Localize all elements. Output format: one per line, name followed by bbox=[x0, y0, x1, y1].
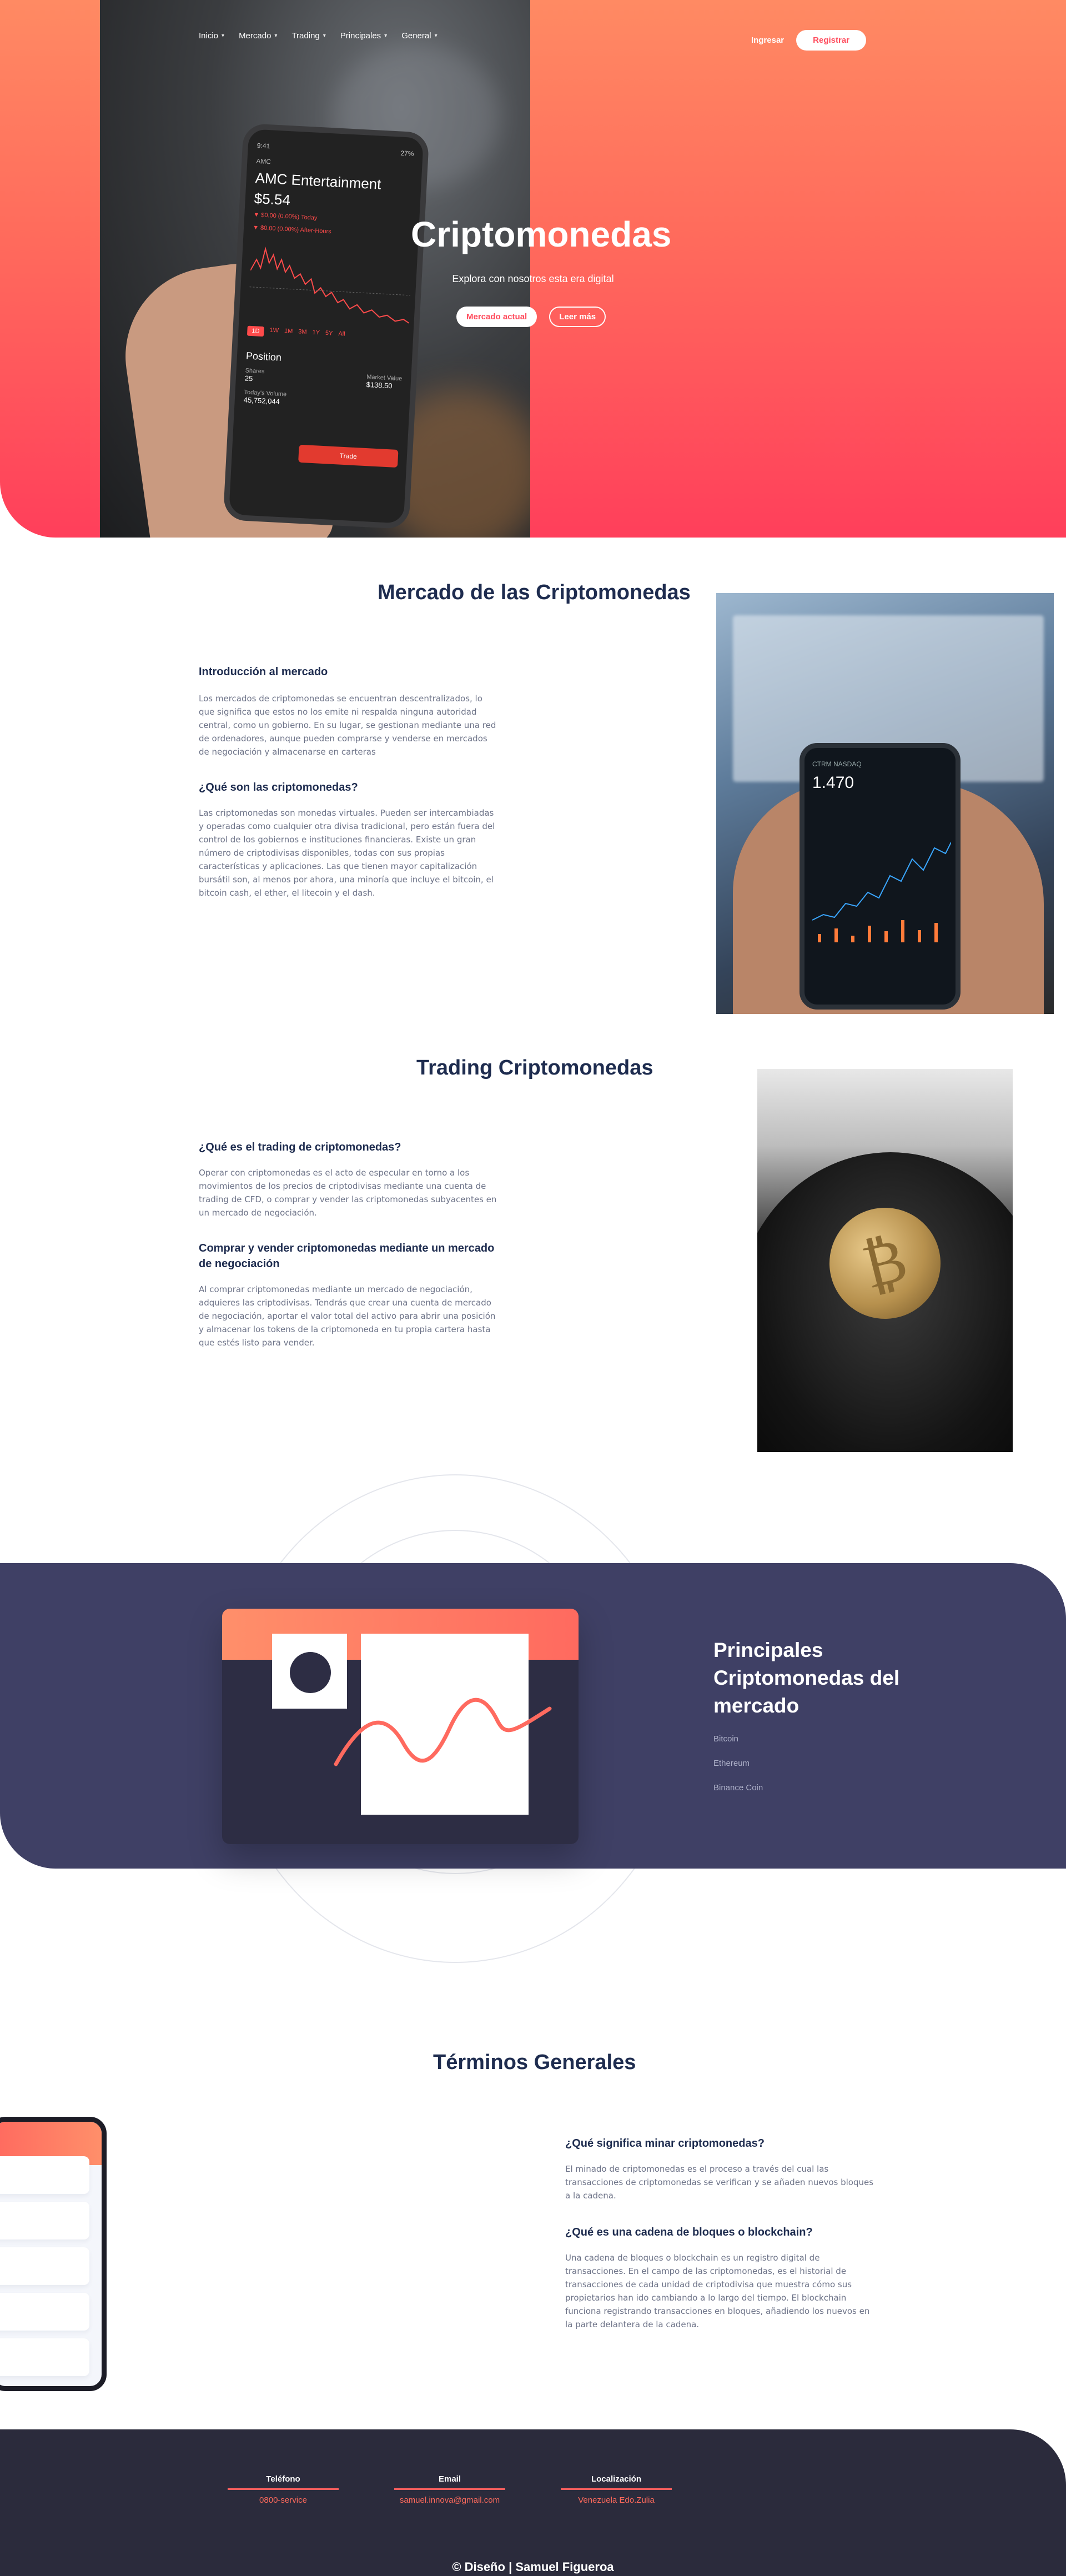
footer-location-label: Localización bbox=[561, 2474, 672, 2490]
phone-range-tab: All bbox=[338, 330, 345, 338]
trading-q2-heading: Comprar y vender criptomonedas mediante … bbox=[199, 1242, 495, 1270]
nav-item-inicio[interactable]: Inicio ▾ bbox=[199, 31, 224, 41]
copyright: © Diseño | Samuel Figueroa bbox=[452, 2560, 614, 2574]
phone-range-tabs: 1D 1W 1M 3M 1Y 5Y All bbox=[247, 325, 405, 344]
hero-photo: 9:41 27% AMC AMC Entertainment $5.54 ▼ $… bbox=[100, 0, 530, 538]
hero-phone-mockup: 9:41 27% AMC AMC Entertainment $5.54 ▼ $… bbox=[223, 123, 430, 530]
phone-chart bbox=[812, 842, 952, 942]
terminos-q2-heading: ¿Qué es una cadena de bloques o blockcha… bbox=[565, 2226, 813, 2238]
phone-time: 9:41 bbox=[257, 142, 270, 150]
footer-location-value: Venezuela Edo.Zulia bbox=[578, 2495, 655, 2505]
hero-subtitle: Explora con nosotros esta era digital bbox=[452, 273, 614, 284]
nav-item-principales[interactable]: Principales ▾ bbox=[340, 31, 387, 41]
nav-item-mercado[interactable]: Mercado ▾ bbox=[239, 31, 277, 41]
phone-status-bar: 9:41 27% bbox=[257, 142, 414, 158]
nav-item-label: General bbox=[401, 31, 431, 41]
footer-phone-label: Teléfono bbox=[228, 2474, 339, 2490]
chevron-down-icon: ▾ bbox=[222, 33, 225, 39]
section-title-mercado: Mercado de las Criptomonedas bbox=[378, 581, 691, 604]
login-link[interactable]: Ingresar bbox=[751, 36, 784, 45]
market-button[interactable]: Mercado actual bbox=[456, 307, 537, 327]
register-button[interactable]: Registrar bbox=[796, 30, 866, 51]
bitcoin-photo: ₿ bbox=[757, 1069, 1013, 1452]
phone-ticker: CTRM NASDAQ bbox=[812, 760, 862, 768]
footer-phone-value[interactable]: 0800-service bbox=[228, 2495, 339, 2505]
hero-section: 9:41 27% AMC AMC Entertainment $5.54 ▼ $… bbox=[0, 0, 1066, 538]
auth-area: Ingresar Registrar bbox=[751, 30, 866, 51]
phone-range-tab: 1W bbox=[269, 327, 279, 334]
nav-item-label: Inicio bbox=[199, 31, 219, 41]
chevron-down-icon: ▾ bbox=[323, 33, 326, 39]
phone-illustration bbox=[0, 2117, 107, 2391]
phone-trade-button: Trade bbox=[298, 444, 399, 468]
nav-item-trading[interactable]: Trading ▾ bbox=[291, 31, 325, 41]
chevron-down-icon: ▾ bbox=[274, 33, 278, 39]
que-son-heading: ¿Qué son las criptomonedas? bbox=[199, 781, 358, 794]
phone-mockup: CTRM NASDAQ 1.470 bbox=[800, 743, 961, 1010]
read-more-button[interactable]: Leer más bbox=[549, 307, 606, 327]
terminos-q1-heading: ¿Qué significa minar criptomonedas? bbox=[565, 2137, 765, 2150]
footer-email: Email samuel.innova@gmail.com bbox=[394, 2474, 505, 2505]
phone-position-heading: Position bbox=[245, 350, 282, 363]
nav-item-label: Trading bbox=[291, 31, 320, 41]
phone-value: 1.470 bbox=[812, 774, 854, 792]
phone-range-tab: 1M bbox=[284, 328, 293, 335]
wave-line-icon bbox=[334, 1698, 552, 1766]
nav-item-label: Mercado bbox=[239, 31, 271, 41]
nav-item-label: Principales bbox=[340, 31, 381, 41]
phone-shares-value: 25 bbox=[244, 374, 253, 383]
terminos-q2-paragraph: Una cadena de bloques o blockchain es un… bbox=[565, 2253, 870, 2329]
terminos-q1-paragraph: El minado de criptomonedas es el proceso… bbox=[565, 2164, 874, 2201]
trading-q1-paragraph: Operar con criptomonedas es el acto de e… bbox=[199, 1168, 497, 1218]
phone-range-tab: 1Y bbox=[312, 329, 320, 337]
phone-range-tab: 1D bbox=[247, 325, 264, 337]
chevron-down-icon: ▾ bbox=[384, 33, 388, 39]
section-title-terminos: Términos Generales bbox=[433, 2051, 636, 2074]
section-title-trading: Trading Criptomonedas bbox=[416, 1056, 653, 1079]
principales-title: Principales Criptomonedas del mercado bbox=[713, 1639, 900, 1717]
nav-item-general[interactable]: General ▾ bbox=[401, 31, 437, 41]
intro-paragraph: Los mercados de criptomonedas se encuent… bbox=[199, 694, 496, 757]
phone-list-row bbox=[0, 2156, 89, 2194]
main-nav: Inicio ▾ Mercado ▾ Trading ▾ Principales ▾ G… bbox=[199, 31, 438, 41]
phone-list-row bbox=[0, 2293, 89, 2331]
que-son-paragraph: Las criptomonedas son monedas virtuales.… bbox=[199, 808, 495, 898]
phone-battery: 27% bbox=[400, 149, 414, 158]
illustration-card bbox=[222, 1609, 579, 1844]
phone-range-tab: 3M bbox=[298, 328, 307, 336]
mercado-photo: CTRM NASDAQ 1.470 bbox=[716, 593, 1054, 1014]
intro-heading: Introducción al mercado bbox=[199, 666, 328, 678]
coin-list: Bitcoin Ethereum Binance Coin bbox=[713, 1734, 763, 1807]
phone-list-row bbox=[0, 2247, 89, 2285]
footer-location: Localización Venezuela Edo.Zulia bbox=[561, 2474, 672, 2505]
coin-item-bitcoin[interactable]: Bitcoin bbox=[713, 1734, 763, 1759]
coin-item-binance[interactable]: Binance Coin bbox=[713, 1783, 763, 1807]
footer bbox=[0, 2429, 1066, 2576]
phone-position-row: Shares 25 Market Value $138.50 bbox=[245, 367, 403, 390]
trading-q2-paragraph: Al comprar criptomonedas mediante un mer… bbox=[199, 1284, 496, 1348]
phone-range-tab: 5Y bbox=[325, 329, 333, 337]
footer-email-label: Email bbox=[394, 2474, 505, 2490]
footer-phone: Teléfono 0800-service bbox=[228, 2474, 339, 2505]
phone-list-row bbox=[0, 2202, 89, 2239]
chevron-down-icon: ▾ bbox=[434, 33, 438, 39]
hero-buttons: Mercado actual Leer más bbox=[456, 307, 606, 327]
trading-q1-heading: ¿Qué es el trading de criptomonedas? bbox=[199, 1141, 401, 1153]
footer-email-value[interactable]: samuel.innova@gmail.com bbox=[394, 2495, 505, 2505]
phone-list-row bbox=[0, 2338, 89, 2376]
hero-title: Criptomonedas bbox=[411, 214, 672, 254]
coin-item-ethereum[interactable]: Ethereum bbox=[713, 1759, 763, 1783]
